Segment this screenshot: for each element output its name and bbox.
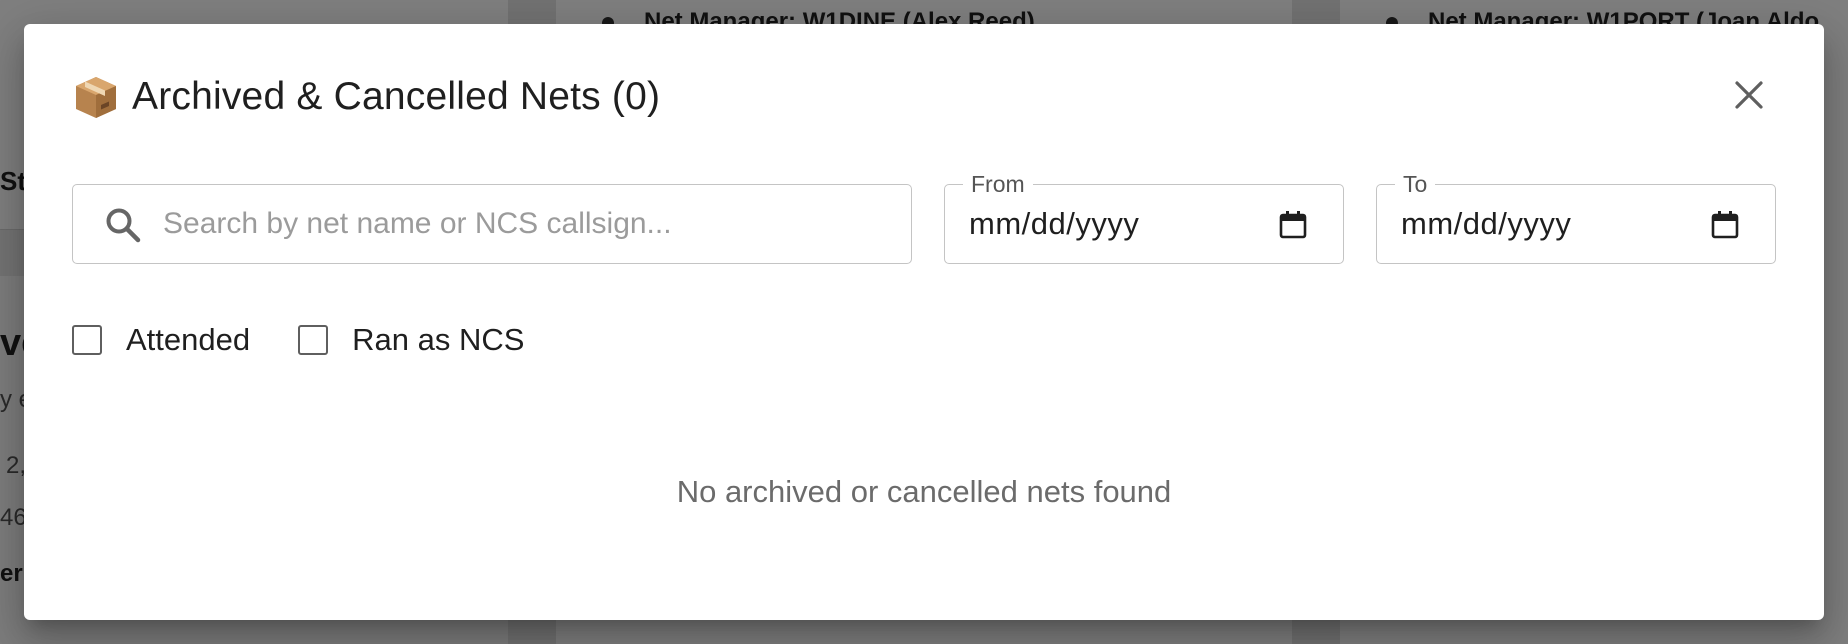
- calendar-icon[interactable]: [1709, 209, 1741, 241]
- calendar-icon[interactable]: [1277, 209, 1309, 241]
- package-icon: [72, 73, 120, 121]
- date-to-field[interactable]: To mm/dd/yyyy: [1376, 170, 1776, 264]
- attended-checkbox[interactable]: Attended: [72, 322, 250, 358]
- archived-nets-dialog: Archived & Cancelled Nets (0) From mm/dd…: [24, 24, 1824, 620]
- date-to-input[interactable]: mm/dd/yyyy: [1401, 206, 1571, 242]
- close-icon: [1734, 80, 1764, 115]
- date-to-label: To: [1395, 170, 1436, 198]
- search-icon: [103, 205, 143, 245]
- date-from-input[interactable]: mm/dd/yyyy: [969, 206, 1139, 242]
- close-button[interactable]: [1724, 72, 1774, 122]
- date-from-label: From: [963, 170, 1033, 198]
- search-input[interactable]: [163, 185, 897, 263]
- checkbox-label: Attended: [126, 322, 251, 357]
- checkbox-box[interactable]: [298, 325, 329, 355]
- dialog-header: Archived & Cancelled Nets (0): [72, 72, 660, 122]
- checkbox-box[interactable]: [72, 325, 102, 355]
- filter-checkboxes: Attended Ran as NCS: [72, 320, 572, 360]
- checkbox-label: Ran as NCS: [352, 322, 525, 357]
- ran-as-ncs-checkbox[interactable]: Ran as NCS: [298, 322, 524, 358]
- empty-state-message: No archived or cancelled nets found: [676, 474, 1172, 509]
- date-from-field[interactable]: From mm/dd/yyyy: [944, 170, 1344, 264]
- search-field[interactable]: [72, 184, 912, 264]
- dialog-title: Archived & Cancelled Nets (0): [132, 75, 661, 118]
